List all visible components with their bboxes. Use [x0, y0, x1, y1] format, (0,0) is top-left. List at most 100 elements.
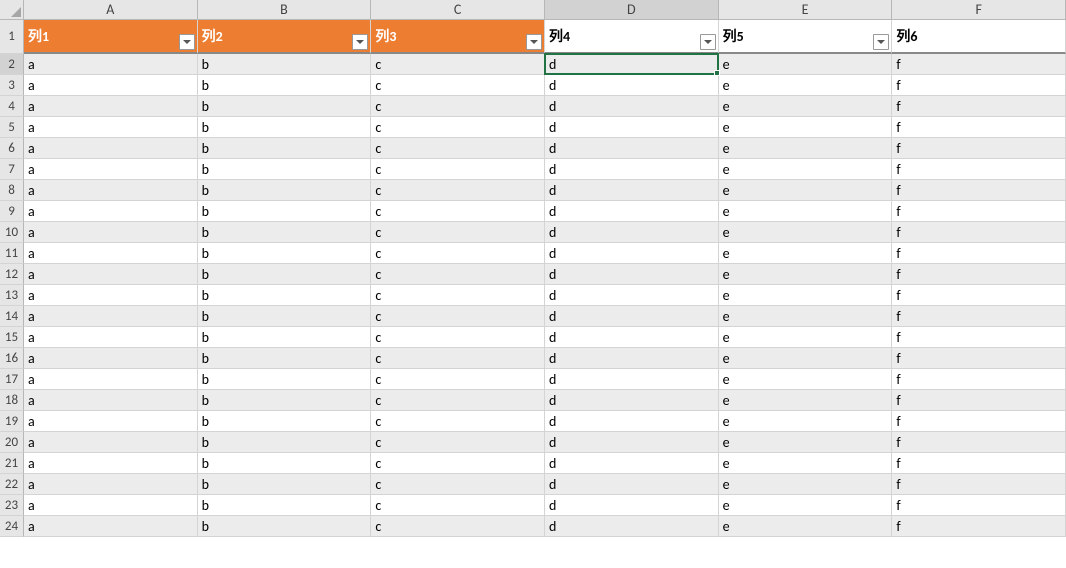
- cell-E14[interactable]: e: [719, 306, 893, 327]
- cell-F16[interactable]: f: [892, 348, 1066, 369]
- cell-F10[interactable]: f: [892, 222, 1066, 243]
- cell-C20[interactable]: c: [371, 432, 545, 453]
- row-header-7[interactable]: 7: [0, 159, 24, 180]
- row-header-8[interactable]: 8: [0, 180, 24, 201]
- cell-C17[interactable]: c: [371, 369, 545, 390]
- cell-E21[interactable]: e: [719, 453, 893, 474]
- cell-B8[interactable]: b: [198, 180, 372, 201]
- cell-C14[interactable]: c: [371, 306, 545, 327]
- row-header-19[interactable]: 19: [0, 411, 24, 432]
- cell-C4[interactable]: c: [371, 96, 545, 117]
- cell-F5[interactable]: f: [892, 117, 1066, 138]
- cell-A13[interactable]: a: [24, 285, 198, 306]
- filter-dropdown-icon[interactable]: [873, 34, 889, 50]
- cell-E15[interactable]: e: [719, 327, 893, 348]
- cell-D4[interactable]: d: [545, 96, 719, 117]
- cell-E8[interactable]: e: [719, 180, 893, 201]
- cell-D24[interactable]: d: [545, 516, 719, 537]
- cell-E13[interactable]: e: [719, 285, 893, 306]
- cell-C12[interactable]: c: [371, 264, 545, 285]
- select-all-corner[interactable]: [0, 0, 24, 20]
- cell-C16[interactable]: c: [371, 348, 545, 369]
- row-header-22[interactable]: 22: [0, 474, 24, 495]
- column-header-D[interactable]: D: [545, 0, 719, 20]
- row-header-16[interactable]: 16: [0, 348, 24, 369]
- cell-B13[interactable]: b: [198, 285, 372, 306]
- cell-B4[interactable]: b: [198, 96, 372, 117]
- cell-C23[interactable]: c: [371, 495, 545, 516]
- cell-B2[interactable]: b: [198, 54, 372, 75]
- cell-B21[interactable]: b: [198, 453, 372, 474]
- cell-D19[interactable]: d: [545, 411, 719, 432]
- row-header-3[interactable]: 3: [0, 75, 24, 96]
- cell-A4[interactable]: a: [24, 96, 198, 117]
- cell-C10[interactable]: c: [371, 222, 545, 243]
- cell-C21[interactable]: c: [371, 453, 545, 474]
- column-header-F[interactable]: F: [892, 0, 1066, 20]
- cell-D7[interactable]: d: [545, 159, 719, 180]
- cell-E22[interactable]: e: [719, 474, 893, 495]
- cell-B7[interactable]: b: [198, 159, 372, 180]
- cell-B20[interactable]: b: [198, 432, 372, 453]
- row-header-15[interactable]: 15: [0, 327, 24, 348]
- table-header-col6[interactable]: 列6: [892, 20, 1066, 54]
- cell-E9[interactable]: e: [719, 201, 893, 222]
- cell-F18[interactable]: f: [892, 390, 1066, 411]
- cell-B15[interactable]: b: [198, 327, 372, 348]
- filter-dropdown-icon[interactable]: [179, 34, 195, 50]
- cell-A5[interactable]: a: [24, 117, 198, 138]
- filter-dropdown-icon[interactable]: [700, 34, 716, 50]
- filter-dropdown-icon[interactable]: [526, 34, 542, 50]
- row-header-6[interactable]: 6: [0, 138, 24, 159]
- cell-F19[interactable]: f: [892, 411, 1066, 432]
- cell-D14[interactable]: d: [545, 306, 719, 327]
- cell-E3[interactable]: e: [719, 75, 893, 96]
- cell-E23[interactable]: e: [719, 495, 893, 516]
- cell-A21[interactable]: a: [24, 453, 198, 474]
- cell-B16[interactable]: b: [198, 348, 372, 369]
- cell-A22[interactable]: a: [24, 474, 198, 495]
- cell-F3[interactable]: f: [892, 75, 1066, 96]
- cell-A11[interactable]: a: [24, 243, 198, 264]
- cell-D9[interactable]: d: [545, 201, 719, 222]
- cell-D5[interactable]: d: [545, 117, 719, 138]
- cell-D8[interactable]: d: [545, 180, 719, 201]
- cell-F8[interactable]: f: [892, 180, 1066, 201]
- cell-F17[interactable]: f: [892, 369, 1066, 390]
- cell-C3[interactable]: c: [371, 75, 545, 96]
- cell-D13[interactable]: d: [545, 285, 719, 306]
- cell-A14[interactable]: a: [24, 306, 198, 327]
- cell-B23[interactable]: b: [198, 495, 372, 516]
- cell-C5[interactable]: c: [371, 117, 545, 138]
- table-header-col5[interactable]: 列5: [719, 20, 893, 54]
- cell-A6[interactable]: a: [24, 138, 198, 159]
- row-header-20[interactable]: 20: [0, 432, 24, 453]
- cell-F12[interactable]: f: [892, 264, 1066, 285]
- cell-D20[interactable]: d: [545, 432, 719, 453]
- cell-E2[interactable]: e: [719, 54, 893, 75]
- cell-A24[interactable]: a: [24, 516, 198, 537]
- cell-B22[interactable]: b: [198, 474, 372, 495]
- cell-A18[interactable]: a: [24, 390, 198, 411]
- row-header-9[interactable]: 9: [0, 201, 24, 222]
- spreadsheet-grid[interactable]: ABCDEF1列1列2列3列4列5列62abcdef3abcdef4abcdef…: [0, 0, 1066, 537]
- cell-C6[interactable]: c: [371, 138, 545, 159]
- cell-B6[interactable]: b: [198, 138, 372, 159]
- cell-C7[interactable]: c: [371, 159, 545, 180]
- cell-B12[interactable]: b: [198, 264, 372, 285]
- cell-E24[interactable]: e: [719, 516, 893, 537]
- cell-D3[interactable]: d: [545, 75, 719, 96]
- row-header-17[interactable]: 17: [0, 369, 24, 390]
- row-header-18[interactable]: 18: [0, 390, 24, 411]
- table-header-col2[interactable]: 列2: [198, 20, 372, 54]
- cell-F23[interactable]: f: [892, 495, 1066, 516]
- row-header-14[interactable]: 14: [0, 306, 24, 327]
- row-header-5[interactable]: 5: [0, 117, 24, 138]
- cell-F6[interactable]: f: [892, 138, 1066, 159]
- cell-B14[interactable]: b: [198, 306, 372, 327]
- cell-F4[interactable]: f: [892, 96, 1066, 117]
- column-header-E[interactable]: E: [719, 0, 893, 20]
- cell-D11[interactable]: d: [545, 243, 719, 264]
- cell-F24[interactable]: f: [892, 516, 1066, 537]
- cell-F7[interactable]: f: [892, 159, 1066, 180]
